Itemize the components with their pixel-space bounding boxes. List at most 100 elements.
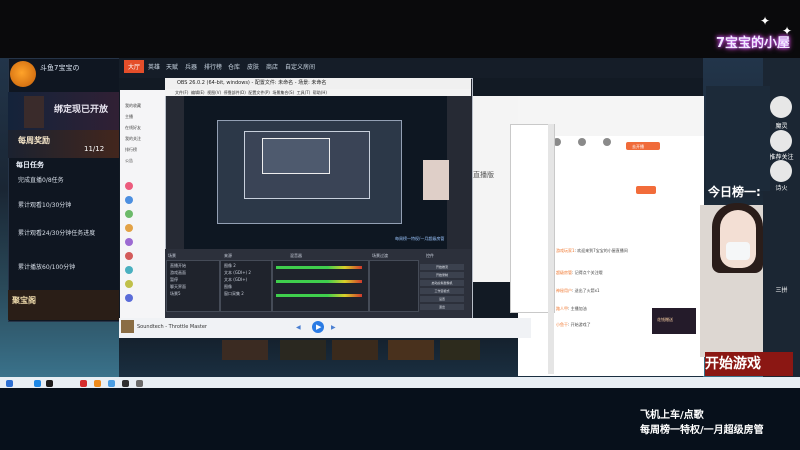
taskbar-app-icon[interactable] <box>136 380 143 387</box>
room-thumb[interactable] <box>280 340 326 360</box>
bottom-line-2: 每周榜一特权/一月超级房管 <box>640 425 764 436</box>
album-art <box>121 320 134 333</box>
tab-ranking[interactable]: 排行榜 <box>204 62 222 71</box>
avatar-icon[interactable] <box>125 182 133 190</box>
go-live-label: 去开播 <box>632 144 644 149</box>
taskbar-app-icon[interactable] <box>108 380 115 387</box>
menu-item[interactable]: 主播 <box>125 114 133 120</box>
start-recording-button[interactable]: 开始录制 <box>420 272 464 278</box>
streamer-name: 斗鱼7宝宝の <box>40 64 80 72</box>
tab-skin[interactable]: 皮肤 <box>247 62 259 71</box>
studio-mode-button[interactable]: 工作室模式 <box>420 288 464 294</box>
settings-button[interactable] <box>636 186 656 194</box>
avatar-icon[interactable] <box>125 196 133 204</box>
follow-icon[interactable] <box>770 130 792 152</box>
menu-file[interactable]: 文件(F) <box>175 90 188 95</box>
previous-icon[interactable]: ◀ <box>296 324 301 331</box>
tab-talent[interactable]: 天赋 <box>166 62 178 71</box>
menu-item[interactable]: 我的关注 <box>125 136 141 142</box>
source-item[interactable]: 图像 2 <box>224 263 236 269</box>
scrollbar[interactable] <box>548 124 554 374</box>
share-icon[interactable] <box>603 138 611 146</box>
menu-help[interactable]: 帮助(H) <box>313 90 327 95</box>
start-streaming-button[interactable]: 开始推流 <box>420 264 464 270</box>
obs-menu-bar: 文件(F) 编辑(E) 视图(V) 停靠部件(D) 配置文件(P) 场景集合(S… <box>165 89 471 96</box>
source-item[interactable]: 图像 <box>224 284 232 290</box>
task-row: 累计播放60/100分钟 <box>18 264 76 271</box>
avatar-icon[interactable] <box>125 238 133 246</box>
webcam-thumbnail <box>423 160 449 200</box>
tab-custom-room[interactable]: 自定义房间 <box>285 62 315 71</box>
mic-icon[interactable] <box>578 138 586 146</box>
avatar-icon[interactable] <box>125 266 133 274</box>
tab-shop[interactable]: 商店 <box>266 62 278 71</box>
taskbar-app-icon[interactable] <box>80 380 87 387</box>
menu-tools[interactable]: 工具(T) <box>297 90 311 95</box>
sidebar-label: 三拼 <box>775 287 788 294</box>
tab-hero[interactable]: 英雄 <box>148 62 160 71</box>
task-row: 累计观看24/30分钟任务进度 <box>18 230 96 237</box>
star-icon-2: ✦ <box>781 24 792 38</box>
taskbar-app-icon[interactable] <box>122 380 129 387</box>
scenes-label: 场景 <box>168 253 176 258</box>
user-icon[interactable] <box>770 96 792 118</box>
today-top-label: 今日榜一: <box>708 185 761 199</box>
scene-item[interactable]: 暂停 <box>170 277 178 283</box>
task-row: 累计观看10/30分钟 <box>18 202 72 209</box>
mixer-label: 混音器 <box>290 253 302 258</box>
menu-view[interactable]: 视图(V) <box>207 90 221 95</box>
room-thumb[interactable] <box>222 340 268 360</box>
treasure-label: 聚宝阁 <box>12 296 36 305</box>
transition-label: 场景过渡 <box>372 253 388 258</box>
avatar-icon[interactable] <box>125 210 133 218</box>
taskbar-app-icon[interactable] <box>34 380 41 387</box>
room-thumb[interactable] <box>440 340 480 360</box>
carrot-avatar <box>10 61 36 87</box>
source-item[interactable]: 文本 (GDI+) 2 <box>224 270 251 276</box>
room-thumb[interactable] <box>332 340 378 360</box>
face-mask <box>726 242 750 260</box>
scene-item[interactable]: 游戏画面 <box>170 270 186 276</box>
scene-item[interactable]: 直播开始 <box>170 263 186 269</box>
room-thumb[interactable] <box>388 340 434 360</box>
source-item[interactable]: 文本 (GDI+) <box>224 277 247 283</box>
scene-item[interactable]: 场景5 <box>170 291 181 297</box>
reward-count: 11/12 <box>84 145 105 153</box>
controls-label: 控件 <box>426 253 434 258</box>
menu-edit[interactable]: 编辑(E) <box>191 90 205 95</box>
avatar-icon[interactable] <box>125 252 133 260</box>
avatar-icon[interactable] <box>125 224 133 232</box>
chat-message: 游戏玩家1: 欢迎来到7宝宝的小屋直播间 <box>556 248 628 253</box>
menu-item[interactable]: 排行榜 <box>125 147 137 153</box>
tab-weapon[interactable]: 兵器 <box>185 62 197 71</box>
menu-item[interactable]: 我的收藏 <box>125 103 141 109</box>
tab-lobby[interactable]: 大厅 <box>124 60 145 73</box>
menu-item[interactable]: 在线好友 <box>125 125 141 131</box>
audio-meter <box>276 266 362 269</box>
exit-button[interactable]: 退出 <box>420 304 464 310</box>
settings-button[interactable]: 设置 <box>420 296 464 302</box>
scene-item[interactable]: 聊天界面 <box>170 284 186 290</box>
taskbar-app-icon[interactable] <box>46 380 53 387</box>
studio-title: 直播版 <box>473 171 494 179</box>
menu-item[interactable]: 公告 <box>125 158 133 164</box>
overlay-background <box>706 86 770 191</box>
menu-profile[interactable]: 配置文件(P) <box>248 90 270 95</box>
avatar-icon[interactable] <box>125 280 133 288</box>
tab-warehouse[interactable]: 仓库 <box>228 62 240 71</box>
chat-message: 超级房管: 记得点个关注哦 <box>556 270 603 275</box>
chat-message: 路人甲: 主播加油 <box>556 306 587 311</box>
banner-portrait <box>24 96 44 128</box>
menu-scene-collection[interactable]: 场景集合(S) <box>272 90 294 95</box>
virtual-camera-button[interactable]: 启动虚拟摄像机 <box>420 280 464 286</box>
avatar-icon[interactable] <box>125 294 133 302</box>
taskbar-app-icon[interactable] <box>94 380 101 387</box>
fire-icon[interactable] <box>770 160 792 182</box>
start-icon[interactable] <box>6 380 13 387</box>
menu-docks[interactable]: 停靠部件(D) <box>224 90 246 95</box>
nested-preview-3 <box>262 138 330 174</box>
bottom-line-1: 飞机上车/点歌 <box>640 410 704 421</box>
next-icon[interactable]: ▶ <box>331 324 336 331</box>
source-item[interactable]: 窗口采集 2 <box>224 291 244 297</box>
preview-caption: 每周榜一特权/一月超级房管 <box>395 236 445 241</box>
